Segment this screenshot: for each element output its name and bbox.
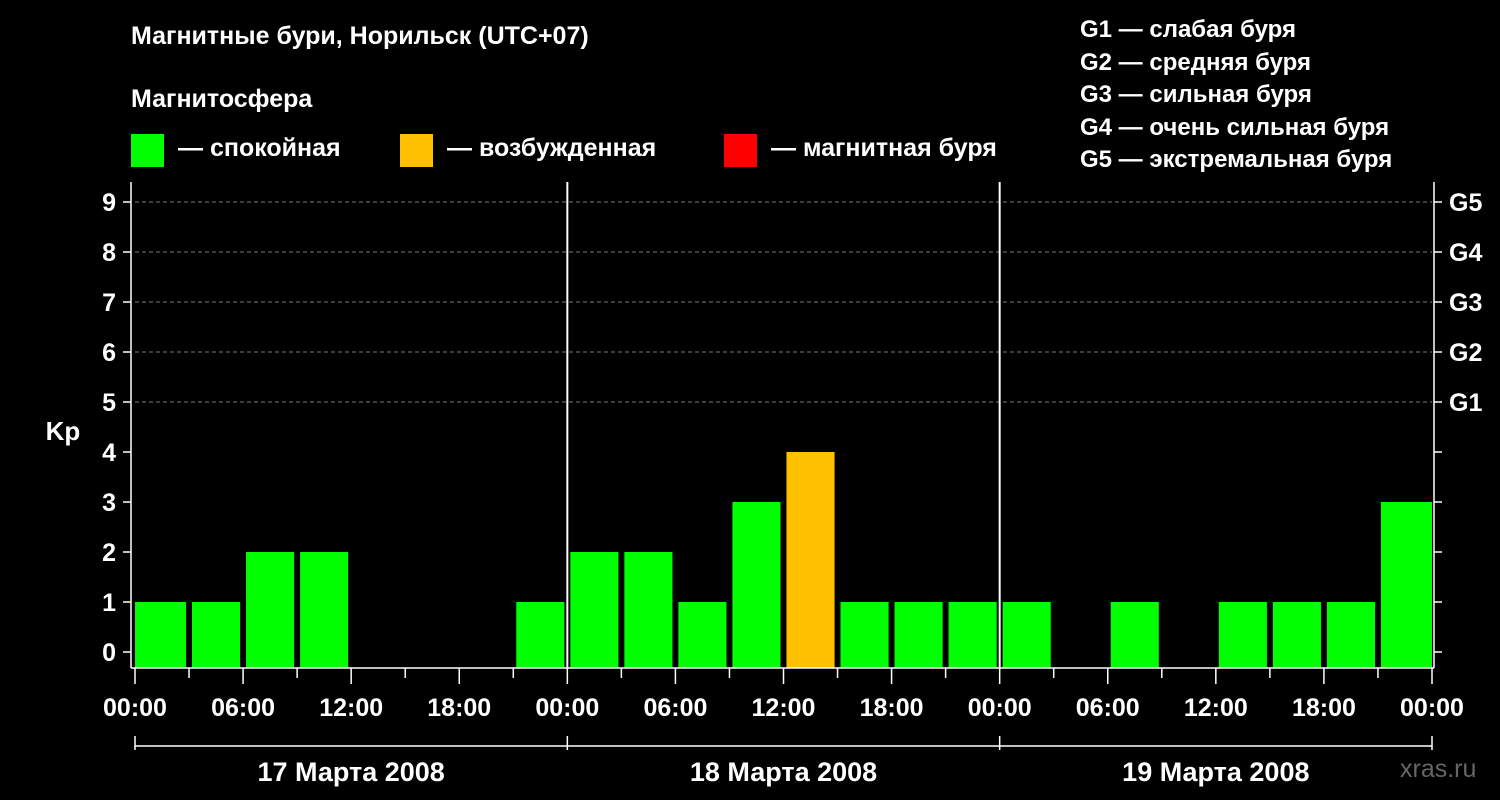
kp-bar (192, 602, 241, 668)
day-label: 19 Марта 2008 (1122, 757, 1309, 787)
g-tick-label: G3 (1449, 289, 1482, 317)
x-tick-label: 12:00 (1184, 694, 1248, 722)
kp-bar (624, 552, 673, 668)
y-tick-label: 6 (102, 339, 116, 367)
g-tick-label: G1 (1449, 389, 1482, 417)
kp-bar (1110, 602, 1159, 668)
y-tick-label: 3 (102, 489, 116, 517)
x-tick-label: 12:00 (319, 694, 383, 722)
x-tick-label: 06:00 (1076, 694, 1140, 722)
y-tick-label: 9 (102, 189, 116, 217)
x-tick-label: 06:00 (643, 694, 707, 722)
kp-bar (732, 502, 781, 668)
y-tick-label: 1 (102, 589, 116, 617)
kp-bar (246, 552, 295, 668)
kp-bar (135, 602, 152, 668)
x-tick-label: 00:00 (535, 694, 599, 722)
x-tick-label: 00:00 (1400, 694, 1464, 722)
x-tick-label: 18:00 (427, 694, 491, 722)
y-axis-label: Kp (46, 416, 81, 446)
y-tick-label: 8 (102, 239, 116, 267)
kp-bar (678, 602, 727, 668)
kp-bar (894, 602, 943, 668)
kp-bar (1218, 602, 1267, 668)
kp-bar (840, 602, 889, 668)
y-tick-label: 5 (102, 389, 116, 417)
g-tick-label: G5 (1449, 189, 1482, 217)
day-label: 18 Марта 2008 (690, 757, 877, 787)
g-tick-label: G2 (1449, 339, 1482, 367)
x-tick-label: 00:00 (968, 694, 1032, 722)
x-tick-label: 12:00 (752, 694, 816, 722)
kp-bar-chart: 0 1 2 3 4 5 6 7 8 9 G1 G2 G3 G4 G5 Kp 00:00 06:00 12:00 18:… (46, 182, 1482, 787)
x-tick-label: 00:00 (103, 694, 167, 722)
kp-bar (516, 602, 565, 668)
g-tick-label: G4 (1449, 239, 1482, 267)
kp-bar (948, 602, 997, 668)
kp-bar (1272, 602, 1321, 668)
kp-bar (570, 552, 619, 668)
watermark: xras.ru (1400, 755, 1477, 783)
x-tick-label: 18:00 (1292, 694, 1356, 722)
day-label: 17 Марта 2008 (258, 757, 445, 787)
y-tick-label: 7 (102, 289, 116, 317)
x-tick-label: 18:00 (860, 694, 924, 722)
kp-bar (1326, 602, 1375, 668)
y-tick-label: 4 (102, 439, 116, 467)
kp-bar (786, 452, 835, 668)
y-tick-label: 0 (102, 639, 116, 667)
x-tick-label: 06:00 (211, 694, 275, 722)
kp-bar (1002, 602, 1051, 668)
y-tick-label: 2 (102, 539, 116, 567)
kp-bar (1415, 502, 1432, 668)
kp-bar (300, 552, 349, 668)
